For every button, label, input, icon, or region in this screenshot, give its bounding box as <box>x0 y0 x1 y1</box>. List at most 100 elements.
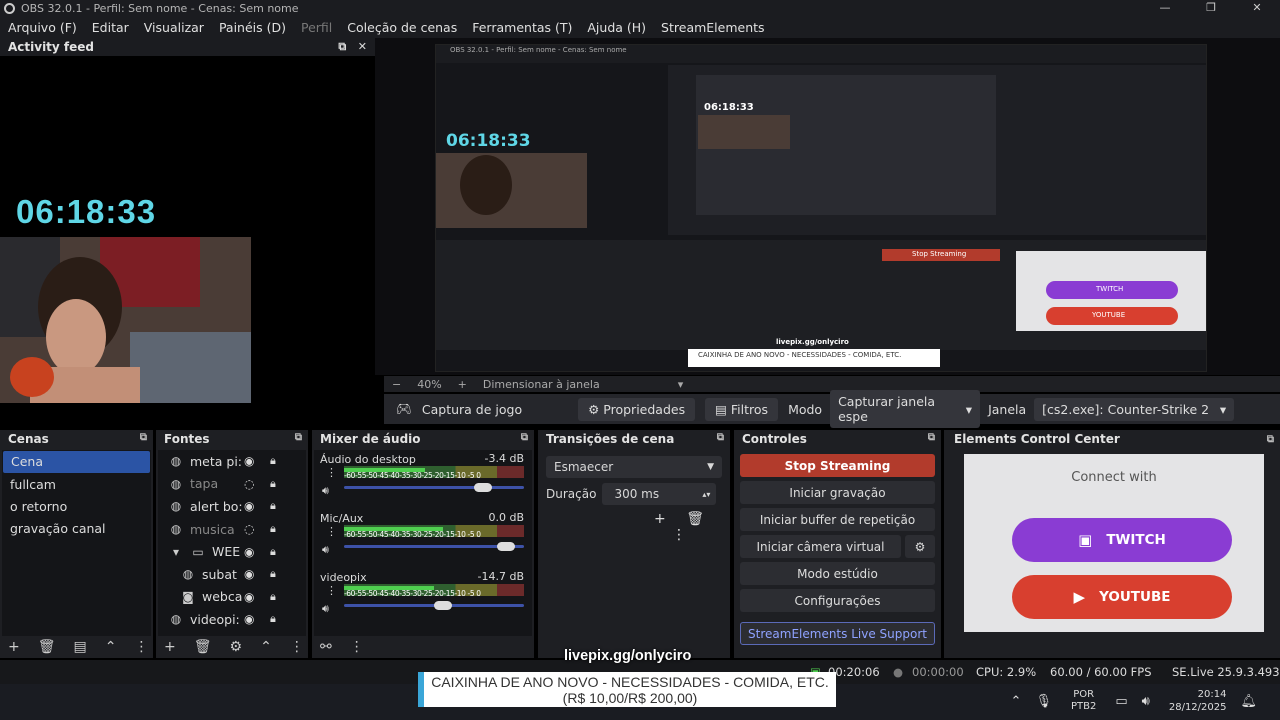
duration-spinbox[interactable]: 300 ms ▴▾ <box>602 483 717 505</box>
float-icon[interactable]: ⧉ <box>928 432 935 443</box>
clock-date[interactable]: 20:14 28/12/2025 <box>1169 688 1227 714</box>
menu-profile[interactable]: Perfil <box>301 20 332 35</box>
volume-icon[interactable]: 🔊︎ <box>1142 694 1150 709</box>
trash-icon[interactable]: 🗑︎ <box>38 639 56 655</box>
float-icon[interactable]: ⧉ <box>717 432 724 443</box>
scene-item[interactable]: o retorno <box>2 496 151 518</box>
spin-arrows-icon[interactable]: ▴▾ <box>702 490 710 499</box>
close-dock-icon[interactable]: ✕ <box>358 40 367 53</box>
source-item[interactable]: ◍ subat ◉ 🔒︎ <box>158 563 306 586</box>
eye-icon[interactable]: ◉ <box>244 567 254 581</box>
menu-edit[interactable]: Editar <box>92 20 129 35</box>
more-icon[interactable]: ⋮ <box>134 639 148 655</box>
trash-icon[interactable]: 🗑︎ <box>194 639 212 655</box>
float-icon[interactable]: ⧉ <box>521 432 528 443</box>
lock-icon[interactable]: 🔒︎ <box>270 545 276 559</box>
properties-button[interactable]: ⚙ Propriedades <box>578 397 696 421</box>
twitch-connect-button[interactable]: ▣ TWITCH <box>1012 518 1232 562</box>
menu-streamelements[interactable]: StreamElements <box>661 20 765 35</box>
float-icon[interactable]: ⧉ <box>1267 434 1274 445</box>
menu-help[interactable]: Ajuda (H) <box>587 20 646 35</box>
slider-knob[interactable] <box>497 542 515 551</box>
microphone-icon[interactable]: 🎙︎ <box>1035 694 1052 709</box>
youtube-connect-button[interactable]: ▶ YOUTUBE <box>1012 575 1232 619</box>
virtual-camera-settings-button[interactable]: ⚙ <box>905 535 935 558</box>
lock-icon[interactable]: 🔒︎ <box>270 567 276 581</box>
slider-knob[interactable] <box>473 483 492 492</box>
add-icon[interactable]: + <box>654 511 666 527</box>
virtual-camera-button[interactable]: Iniciar câmera virtual <box>740 535 901 558</box>
chevron-up-icon[interactable]: ⌃ <box>260 639 272 655</box>
notification-icon[interactable]: 🔔︎ <box>1240 694 1257 709</box>
source-item[interactable]: ◍ meta pi: ◉ 🔒︎ <box>158 450 306 473</box>
add-icon[interactable]: + <box>8 639 20 655</box>
more-icon[interactable]: ⋮ <box>672 527 686 543</box>
scene-item[interactable]: Cena <box>3 451 150 473</box>
source-item[interactable]: ◙ webca ◉ 🔒︎ <box>158 586 306 609</box>
lock-icon[interactable]: 🔒︎ <box>270 522 276 536</box>
trash-icon[interactable]: 🗑︎ <box>686 511 704 527</box>
eye-icon[interactable]: ◉ <box>244 590 254 604</box>
float-icon[interactable]: ⧉ <box>338 40 346 53</box>
menu-file[interactable]: Arquivo (F) <box>8 20 77 35</box>
start-recording-button[interactable]: Iniciar gravação <box>740 481 935 504</box>
slider-knob[interactable] <box>434 601 452 610</box>
lock-icon[interactable]: 🔒︎ <box>270 499 276 513</box>
stop-streaming-button[interactable]: Stop Streaming <box>740 454 935 477</box>
lock-icon[interactable]: 🔒︎ <box>270 454 276 468</box>
eye-icon[interactable]: ◉ <box>244 454 254 468</box>
live-support-button[interactable]: StreamElements Live Support <box>740 622 935 645</box>
source-item[interactable]: ◍ videopi: ◉ 🔒︎ <box>158 608 306 631</box>
transition-select[interactable]: Esmaecer ▼ <box>546 456 722 478</box>
lock-icon[interactable]: 🔒︎ <box>270 590 276 604</box>
eye-hidden-icon[interactable]: ◌ <box>244 522 254 536</box>
chevron-down-icon[interactable]: ▾ <box>678 378 684 391</box>
filters-button[interactable]: ▤ Filtros <box>705 397 779 421</box>
more-icon[interactable]: ⋮ <box>290 639 304 655</box>
settings-button[interactable]: Configurações <box>740 589 935 612</box>
eye-icon[interactable]: ◉ <box>244 612 254 626</box>
link-icon[interactable]: ⚯ <box>320 639 332 655</box>
more-icon[interactable]: ⋮ <box>350 639 364 655</box>
scene-item[interactable]: fullcam <box>2 474 151 496</box>
lock-icon[interactable]: 🔒︎ <box>270 612 276 626</box>
float-icon[interactable]: ⧉ <box>295 432 302 443</box>
eye-hidden-icon[interactable]: ◌ <box>244 477 254 491</box>
minimize-icon[interactable]: — <box>1142 0 1188 16</box>
language-indicator[interactable]: POR PTB2 <box>1071 689 1096 713</box>
speaker-icon[interactable]: 🔊︎ <box>322 543 329 557</box>
chevron-down-icon[interactable]: ▾ <box>168 545 184 559</box>
mode-select[interactable]: Capturar janela espe ▾ <box>830 390 981 428</box>
menu-scene-collection[interactable]: Coleção de cenas <box>347 20 457 35</box>
more-icon[interactable]: ⋮ <box>326 466 337 479</box>
chevron-up-icon[interactable]: ⌃ <box>1011 694 1022 709</box>
speaker-icon[interactable]: 🔊︎ <box>322 602 329 616</box>
source-item[interactable]: ◍ alert bo: ◉ 🔒︎ <box>158 495 306 518</box>
float-icon[interactable]: ⧉ <box>140 432 147 443</box>
menu-tools[interactable]: Ferramentas (T) <box>472 20 572 35</box>
zoom-out-button[interactable]: − <box>392 378 401 391</box>
source-group[interactable]: ▾ ▭ WEE ◉ 🔒︎ <box>158 540 306 563</box>
eye-icon[interactable]: ◉ <box>244 545 254 559</box>
volume-slider[interactable] <box>344 483 524 492</box>
zoom-fit-select[interactable]: Dimensionar à janela <box>483 378 600 391</box>
maximize-icon[interactable]: ❐ <box>1188 0 1234 16</box>
close-icon[interactable]: ✕ <box>1234 0 1280 16</box>
program-preview[interactable]: OBS 32.0.1 - Perfil: Sem nome - Cenas: S… <box>435 44 1207 372</box>
studio-mode-button[interactable]: Modo estúdio <box>740 562 935 585</box>
filter-icon[interactable]: ▤ <box>74 639 87 655</box>
speaker-icon[interactable]: 🔊︎ <box>322 484 329 498</box>
menu-docks[interactable]: Painéis (D) <box>219 20 286 35</box>
volume-slider[interactable] <box>344 601 524 610</box>
lock-icon[interactable]: 🔒︎ <box>270 477 276 491</box>
source-item[interactable]: ◍ tapa ◌ 🔒︎ <box>158 473 306 496</box>
eye-icon[interactable]: ◉ <box>244 499 254 513</box>
menu-view[interactable]: Visualizar <box>144 20 204 35</box>
network-icon[interactable]: ▭ <box>1115 694 1127 709</box>
volume-slider[interactable] <box>344 542 524 551</box>
replay-buffer-button[interactable]: Iniciar buffer de repetição <box>740 508 935 531</box>
add-icon[interactable]: + <box>164 639 176 655</box>
scene-item[interactable]: gravação canal <box>2 518 151 540</box>
more-icon[interactable]: ⋮ <box>326 525 337 538</box>
window-select[interactable]: [cs2.exe]: Counter-Strike 2 ▾ <box>1034 397 1235 421</box>
